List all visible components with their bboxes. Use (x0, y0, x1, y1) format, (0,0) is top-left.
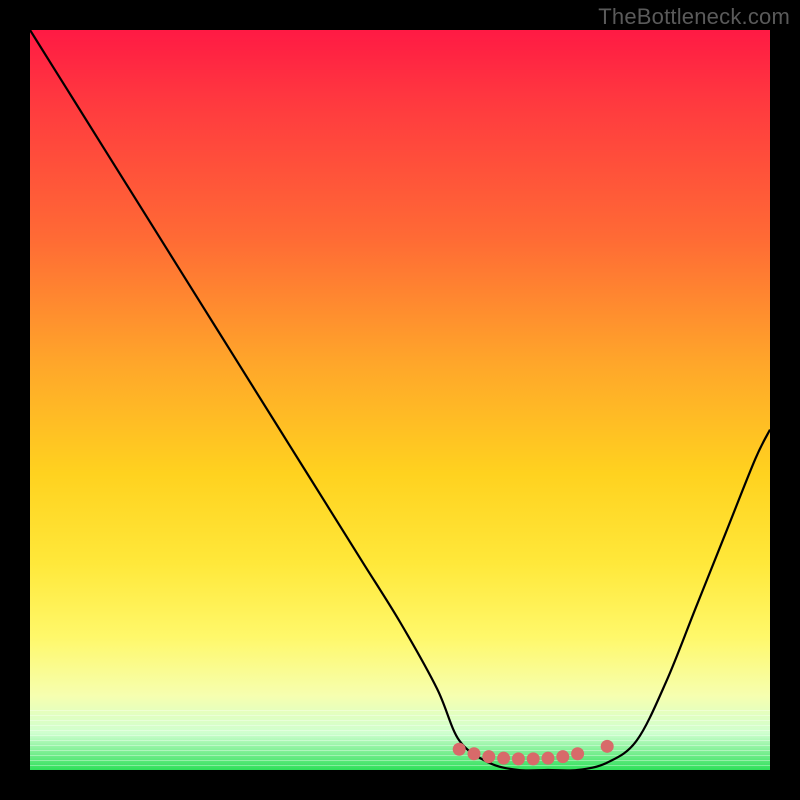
curve-marker (601, 740, 614, 753)
curve-marker (482, 750, 495, 763)
brand-watermark: TheBottleneck.com (598, 4, 790, 30)
bottleneck-curve (30, 30, 770, 771)
curve-marker (527, 752, 540, 765)
curve-marker (497, 752, 510, 765)
curve-marker (453, 743, 466, 756)
curve-markers (453, 740, 614, 766)
curve-marker (542, 752, 555, 765)
curve-marker (571, 747, 584, 760)
chart-container: TheBottleneck.com (0, 0, 800, 800)
curve-layer (30, 30, 770, 770)
curve-marker (468, 747, 481, 760)
plot-area (30, 30, 770, 770)
curve-marker (556, 750, 569, 763)
curve-marker (512, 752, 525, 765)
